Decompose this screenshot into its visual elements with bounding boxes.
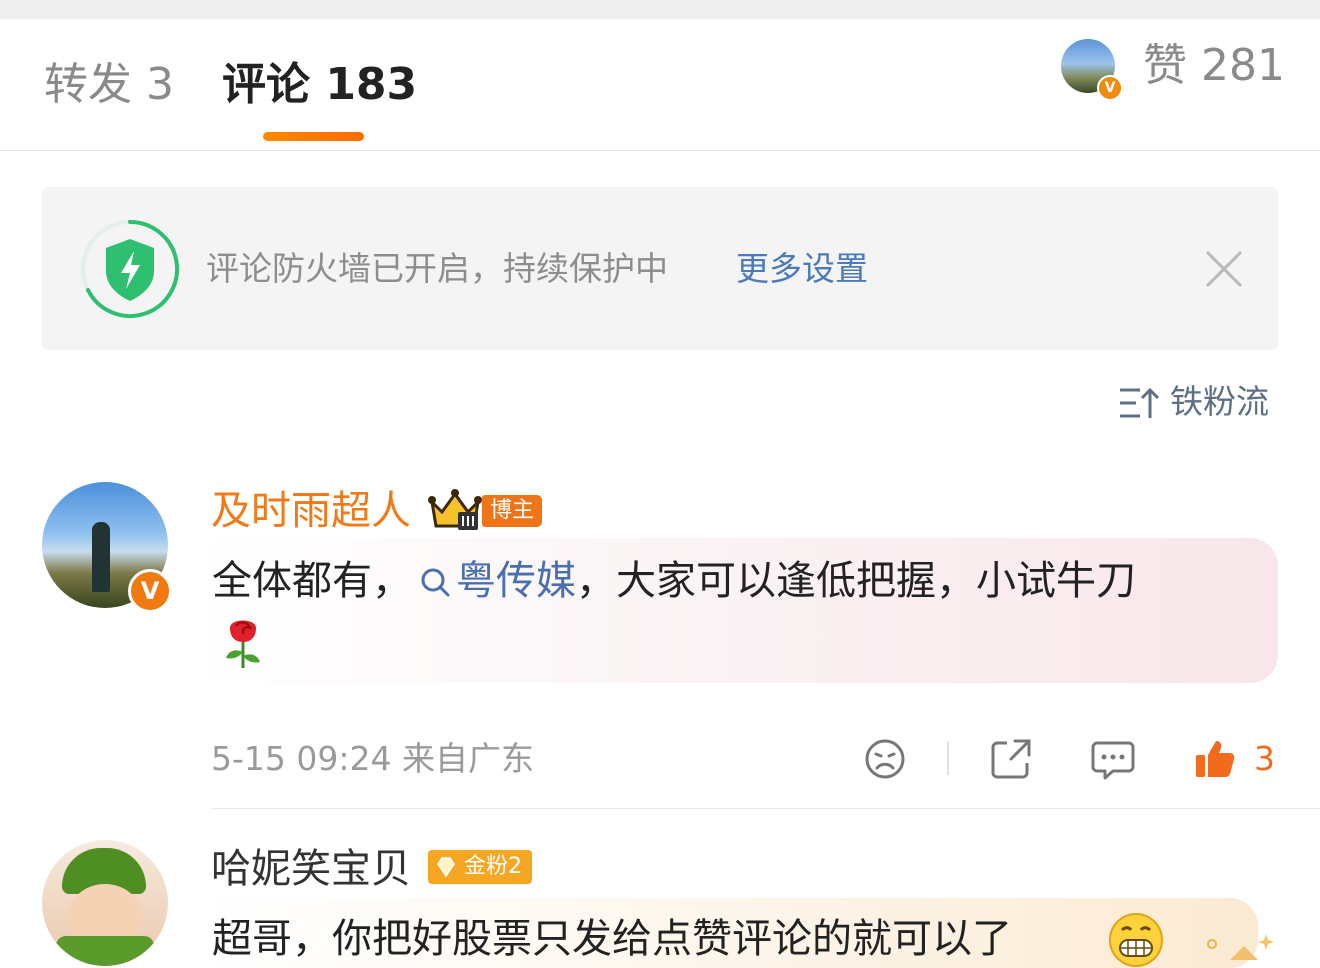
tab-comment[interactable]: 评论 183: [222, 57, 417, 113]
verified-badge: V: [128, 569, 172, 613]
comment-meta: 5-15 09:24 来自广东: [211, 737, 534, 781]
firewall-message: 评论防火墙已开启，持续保护中: [206, 249, 668, 288]
avatar-figure: [92, 522, 110, 592]
comment-author[interactable]: 哈妮笑宝贝: [211, 845, 411, 893]
grin-emoji-icon: [1109, 913, 1163, 967]
sparkle-icon: [1207, 934, 1274, 960]
firewall-banner: 评论防火墙已开启，持续保护中 更多设置: [42, 187, 1278, 350]
close-icon[interactable]: [1204, 249, 1244, 289]
action-divider: [947, 741, 949, 775]
comment-location: 来自广东: [402, 739, 534, 778]
active-tab-indicator: [263, 132, 364, 141]
crown-icon: [428, 489, 482, 530]
dislike-icon[interactable]: [863, 737, 907, 781]
share-icon[interactable]: [989, 737, 1033, 781]
fan-badge: 金粉2: [428, 850, 532, 884]
blogger-badge: 博主: [482, 495, 543, 527]
comment-text: 全体都有， 粤传媒，大家可以逢低把握，小试牛刀: [212, 552, 1136, 610]
sort-icon: [1120, 387, 1160, 418]
comment-separator: [211, 808, 1320, 809]
comment-author[interactable]: 及时雨超人: [211, 487, 411, 535]
topic-link[interactable]: 粤传媒: [456, 558, 576, 604]
comment-time: 5-15 09:24: [211, 739, 392, 778]
fan-badge-label: 金粉2: [464, 854, 522, 879]
verified-badge-mini: V: [1097, 75, 1123, 101]
sort-label: 铁粉流: [1170, 382, 1269, 421]
top-strip: [0, 0, 1320, 19]
comment-text: 超哥，你把好股票只发给点赞评论的就可以了: [212, 916, 1012, 962]
comment-text-part: ，大家可以逢低把握，小试牛刀: [576, 558, 1136, 604]
avatar[interactable]: [42, 840, 168, 966]
shield-icon: [81, 220, 180, 318]
more-settings-link[interactable]: 更多设置: [736, 249, 868, 289]
avatar-scarf: [56, 936, 154, 966]
comment-text-part: 全体都有，: [212, 558, 412, 604]
like-count: 3: [1254, 739, 1275, 778]
tab-repost[interactable]: 转发 3: [44, 57, 174, 113]
tab-likes[interactable]: 赞 281: [1143, 38, 1285, 94]
rose-emoji-icon: [226, 620, 260, 668]
like-icon[interactable]: [1193, 737, 1237, 781]
comment-icon[interactable]: [1091, 737, 1135, 781]
gem-icon: [437, 857, 455, 878]
search-icon: [421, 568, 450, 597]
